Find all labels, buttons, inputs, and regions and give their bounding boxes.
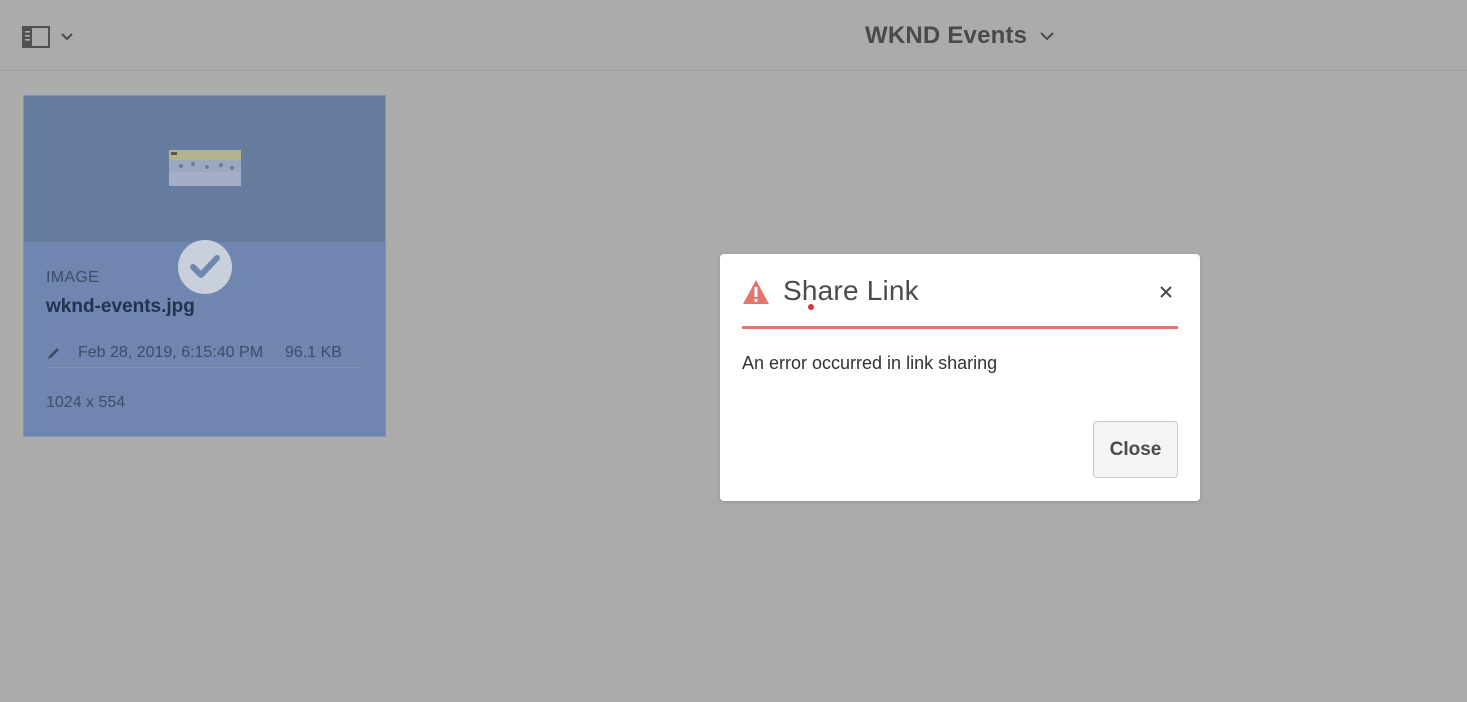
cursor-marker <box>808 304 814 310</box>
close-icon[interactable] <box>1158 284 1174 300</box>
chevron-down-icon <box>1040 32 1054 41</box>
top-bar: WKND Events <box>0 0 1467 71</box>
asset-dimensions: 1024 x 554 <box>46 394 126 411</box>
rail-toggle-button[interactable] <box>22 24 82 50</box>
asset-type-label: IMAGE <box>46 269 100 286</box>
checkmark-icon <box>190 255 220 278</box>
asset-thumbnail <box>169 150 241 186</box>
selection-check[interactable] <box>178 240 232 294</box>
pencil-icon <box>48 347 59 359</box>
share-link-dialog: Share Link An error occurred in link sha… <box>720 254 1200 501</box>
asset-card[interactable]: IMAGE wknd-events.jpg Feb 28, 2019, 6:15… <box>23 95 386 437</box>
asset-modified-date: Feb 28, 2019, 6:15:40 PM <box>78 343 264 361</box>
page-title: WKND Events <box>865 22 1028 49</box>
sidebar-layout-icon <box>22 26 50 48</box>
warning-triangle-icon <box>743 280 769 304</box>
close-button[interactable]: Close <box>1093 421 1178 478</box>
dialog-header: Share Link <box>742 274 1178 329</box>
dialog-message: An error occurred in link sharing <box>742 353 998 373</box>
collection-title-dropdown[interactable]: WKND Events <box>865 19 1055 53</box>
dialog-title: Share Link <box>783 275 919 306</box>
asset-meta-row: Feb 28, 2019, 6:15:40 PM 96.1 KB <box>46 338 362 368</box>
asset-file-size: 96.1 KB <box>285 343 342 361</box>
asset-thumbnail-area <box>24 96 385 242</box>
asset-name: wknd-events.jpg <box>46 296 195 317</box>
chevron-down-icon <box>61 33 73 41</box>
